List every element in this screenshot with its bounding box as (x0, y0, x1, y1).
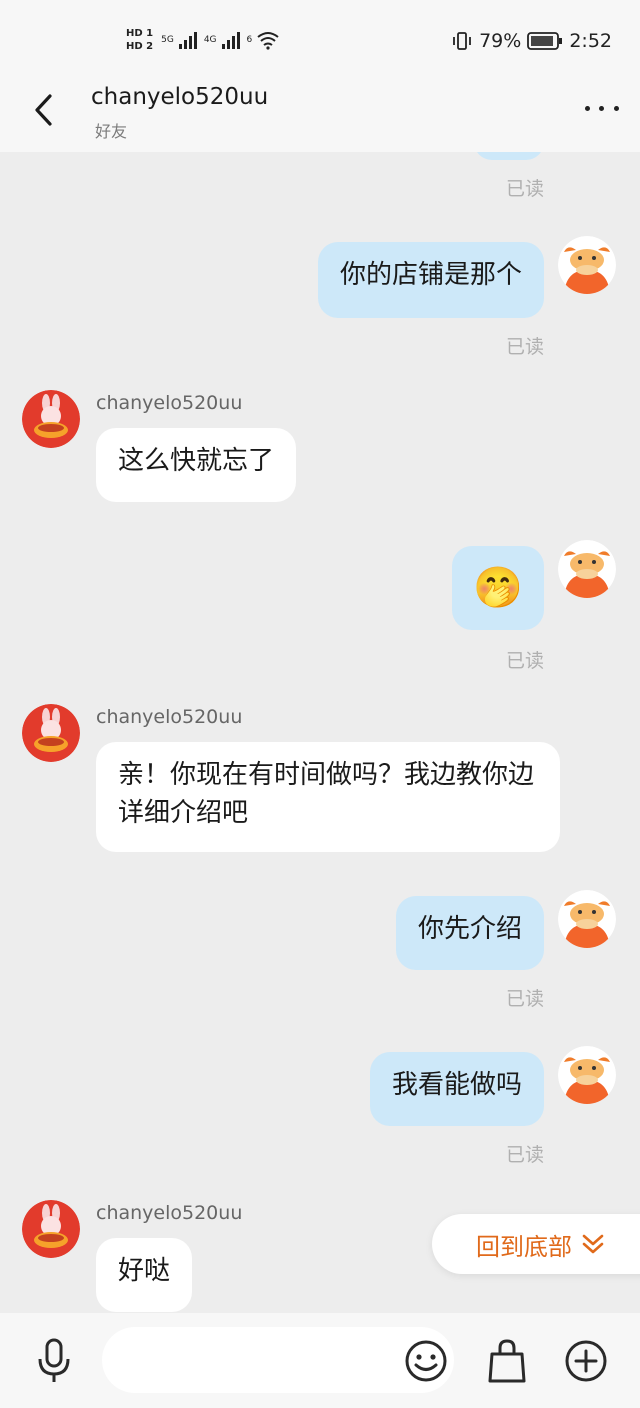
more-icon (584, 105, 590, 111)
voice-button[interactable] (28, 1333, 80, 1389)
status-left: HD 1 HD 2 5G 4G 6 (126, 24, 280, 56)
back-button[interactable] (26, 88, 60, 132)
my-avatar[interactable] (558, 236, 616, 294)
emoji-content: 🤭 (473, 565, 523, 611)
wifi-icon (257, 32, 279, 50)
my-avatar[interactable] (558, 890, 616, 948)
clock: 2:52 (569, 30, 612, 52)
read-receipt: 已读 (505, 650, 544, 672)
more-button[interactable] (580, 96, 624, 120)
read-receipt: 已读 (505, 988, 544, 1010)
plus-icon (565, 1340, 607, 1382)
chat-title: chanyelo520uu (91, 84, 269, 110)
back-icon (35, 94, 52, 126)
my-avatar[interactable] (558, 1046, 616, 1104)
battery-percent: 79% (479, 30, 522, 52)
chat-header: chanyelo520uu 好友 (0, 80, 640, 152)
my-avatar[interactable] (558, 540, 616, 598)
bull-avatar-icon (558, 1046, 616, 1104)
status-bar: HD 1 HD 2 5G 4G 6 79% 2:52 (0, 0, 640, 80)
message-bubble-incoming[interactable]: 好哒 (96, 1238, 193, 1312)
status-right: 79% 2:52 (451, 26, 612, 56)
chat-subtitle: 好友 (95, 122, 128, 141)
emoji-icon (405, 1340, 447, 1382)
message-bubble-incoming[interactable]: 这么快就忘了 (96, 428, 297, 502)
bull-avatar-icon (558, 540, 616, 598)
back-to-bottom-label: 回到底部 (476, 1232, 572, 1261)
hd-badges: HD 1 HD 2 (126, 28, 153, 52)
rabbit-avatar-icon (22, 390, 80, 448)
vibrate-icon (453, 32, 471, 50)
bull-avatar-icon (558, 890, 616, 948)
network-5g-label: 5G (161, 35, 174, 45)
signal-icon (178, 32, 197, 49)
signal-icon-2 (221, 32, 240, 49)
emoji-button[interactable] (402, 1337, 450, 1385)
chat-area[interactable]: 已读 你的店铺是那个 已读 chanyelo520uu 这么快就忘了 🤭 已读 … (0, 152, 640, 1313)
input-bar (0, 1313, 640, 1408)
contact-avatar[interactable] (22, 704, 80, 762)
read-receipt: 已读 (505, 178, 544, 200)
chevron-down-icon (582, 1234, 604, 1254)
sender-name: chanyelo520uu (96, 392, 243, 414)
hd2-badge: HD 2 (126, 41, 154, 52)
message-bubble-emoji[interactable]: 🤭 (452, 546, 544, 630)
message-bubble-incoming[interactable]: 亲！你现在有时间做吗？我边教你边详细介绍吧 (96, 742, 560, 852)
hd1-badge: HD 1 (126, 28, 154, 39)
more-dot (599, 105, 605, 111)
message-bubble-outgoing[interactable]: 你的店铺是那个 (317, 242, 544, 318)
network-4g-label: 4G (203, 35, 217, 45)
rabbit-avatar-icon (22, 704, 80, 762)
message-bubble-outgoing[interactable]: 我看能做吗 (369, 1052, 544, 1126)
read-receipt: 已读 (505, 1144, 544, 1166)
shop-button[interactable] (484, 1335, 530, 1387)
sender-name: chanyelo520uu (96, 1202, 243, 1224)
shopping-bag-icon (488, 1339, 526, 1383)
mic-icon (38, 1338, 70, 1382)
more-actions-button[interactable] (562, 1337, 610, 1385)
more-dot (614, 105, 620, 111)
rabbit-avatar-icon (22, 1200, 80, 1258)
message-bubble-outgoing[interactable]: 你先介绍 (395, 896, 544, 970)
bull-avatar-icon (558, 236, 616, 294)
read-receipt: 已读 (505, 336, 544, 358)
contact-avatar[interactable] (22, 1200, 80, 1258)
battery-icon (527, 32, 563, 50)
back-to-bottom-button[interactable]: 回到底部 (432, 1214, 640, 1274)
contact-avatar[interactable] (22, 390, 80, 448)
partial-bubble (474, 152, 544, 160)
sender-name: chanyelo520uu (96, 706, 243, 728)
wifi-6-label: 6 (246, 35, 253, 45)
